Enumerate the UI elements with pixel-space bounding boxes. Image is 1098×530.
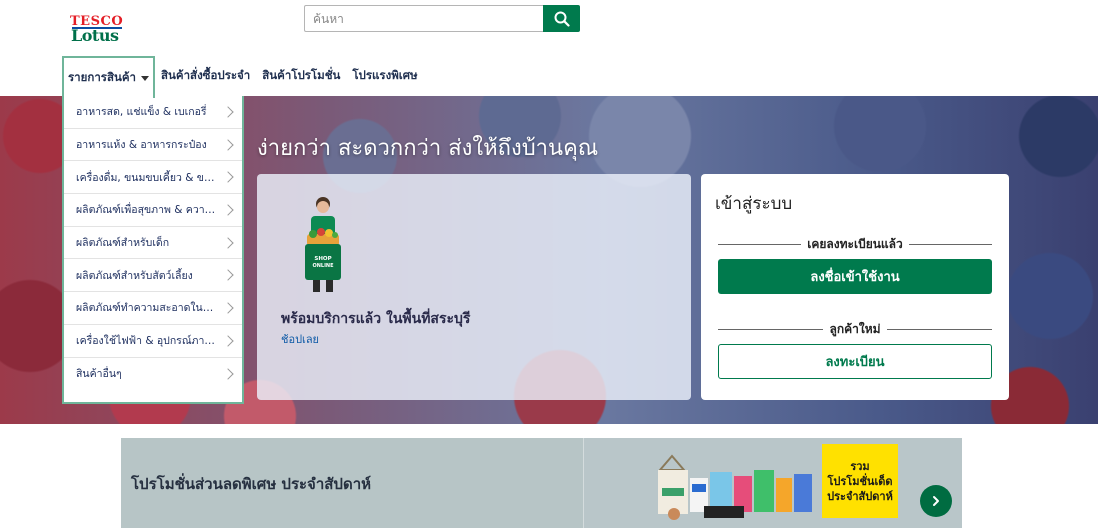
weekly-promo-banner[interactable]: โปรโมชั่นส่วนลดพิเศษ ประจำสัปดาห์ รวม โป… xyxy=(121,438,962,528)
nav-product-list-label: รายการสินค้า xyxy=(68,70,137,84)
category-item-appliances[interactable]: เครื่องใช้ไฟฟ้า & อุปกรณ์ภายในบ้าน xyxy=(64,325,242,358)
register-button[interactable]: ลงทะเบียน xyxy=(718,344,992,379)
category-label: ผลิตภัณฑ์เพื่อสุขภาพ & ความงาม xyxy=(76,204,216,217)
chevron-right-icon xyxy=(222,171,234,183)
bag-text-line2: ONLINE xyxy=(312,263,334,269)
chevron-right-icon xyxy=(222,269,234,281)
tag-line-2: โปรโมชั่นเด็ด xyxy=(827,474,893,488)
category-item-pets[interactable]: ผลิตภัณฑ์สำหรับสัตว์เลี้ยง xyxy=(64,259,242,293)
chevron-right-icon xyxy=(222,236,234,249)
search-field[interactable] xyxy=(304,5,544,32)
search-input[interactable] xyxy=(305,6,544,31)
main-nav: รายการสินค้า สินค้าสั่งซื้อประจำ สินค้าโ… xyxy=(62,56,424,98)
search-icon xyxy=(554,11,570,27)
category-item-baby[interactable]: ผลิตภัณฑ์สำหรับเด็ก xyxy=(64,227,242,260)
chevron-right-icon xyxy=(222,204,234,216)
header: TESCO Lotus รายการสินค้า สินค้าสั่งซื้อป… xyxy=(0,0,1098,98)
new-customer-label: ลูกค้าใหม่ xyxy=(829,321,881,336)
service-area-panel: SHOP ONLINE พร้อมบริการแล้ว ในพื้นที่สระ… xyxy=(257,174,691,400)
promo-heading: พร้อมบริการแล้ว ในพื้นที่สระบุรี xyxy=(281,311,471,327)
weekly-banner-left: โปรโมชั่นส่วนลดพิเศษ ประจำสัปดาห์ xyxy=(121,438,583,528)
registered-divider: เคยลงทะเบียนแล้ว xyxy=(718,236,993,252)
weekly-promo-tag: รวม โปรโมชั่นเด็ด ประจำสัปดาห์ xyxy=(822,444,898,518)
login-title: เข้าสู่ระบบ xyxy=(715,194,793,214)
shop-now-link[interactable]: ช้อปเลย xyxy=(281,330,319,348)
category-label: ผลิตภัณฑ์สำหรับสัตว์เลี้ยง xyxy=(76,269,193,282)
login-button[interactable]: ลงชื่อเข้าใช้งาน xyxy=(718,259,992,294)
chevron-right-icon xyxy=(222,106,234,118)
weekly-banner-right: รวม โปรโมชั่นเด็ด ประจำสัปดาห์ xyxy=(583,438,962,528)
nav-promotions[interactable]: สินค้าโปรโมชั่น xyxy=(256,56,346,96)
divider-line xyxy=(908,243,993,245)
nav-special-deals[interactable]: โปรแรงพิเศษ xyxy=(346,56,423,96)
category-label: เครื่องใช้ไฟฟ้า & อุปกรณ์ภายในบ้าน xyxy=(76,335,216,348)
bag-text-line1: SHOP xyxy=(314,256,331,262)
category-item-fresh[interactable]: อาหารสด, แช่แข็ง & เบเกอรี่ xyxy=(64,96,242,129)
category-item-others[interactable]: สินค้าอื่นๆ xyxy=(64,358,242,391)
nav-product-list[interactable]: รายการสินค้า xyxy=(62,56,156,98)
login-panel: เข้าสู่ระบบ เคยลงทะเบียนแล้ว ลงชื่อเข้าใ… xyxy=(701,174,1009,400)
banner-next-button[interactable] xyxy=(920,485,952,517)
nav-regular-orders[interactable]: สินค้าสั่งซื้อประจำ xyxy=(155,56,256,96)
divider-line xyxy=(718,328,824,330)
caret-down-icon xyxy=(141,75,150,81)
category-label: อาหารสด, แช่แข็ง & เบเกอรี่ xyxy=(76,106,207,119)
chevron-right-icon xyxy=(222,138,234,151)
category-label: เครื่องดื่ม, ขนมขบเคี้ยว & ขนม xyxy=(76,171,216,184)
chevron-right-icon xyxy=(933,496,939,506)
chevron-right-icon xyxy=(222,334,234,347)
logo-lotus-text: Lotus xyxy=(71,26,119,45)
category-item-health-beauty[interactable]: ผลิตภัณฑ์เพื่อสุขภาพ & ความงาม xyxy=(64,194,242,227)
search-button[interactable] xyxy=(543,5,580,32)
category-item-household-cleaning[interactable]: ผลิตภัณฑ์ทำความสะอาดในบ้าน xyxy=(64,292,242,325)
registered-label: เคยลงทะเบียนแล้ว xyxy=(807,236,903,251)
tag-line-1: รวม xyxy=(850,459,870,473)
category-item-dry-food[interactable]: อาหารแห้ง & อาหารกระป๋อง xyxy=(64,129,242,162)
category-item-drinks-snacks[interactable]: เครื่องดื่ม, ขนมขบเคี้ยว & ขนม xyxy=(64,161,242,195)
category-label: ผลิตภัณฑ์สำหรับเด็ก xyxy=(76,237,170,250)
category-dropdown: อาหารสด, แช่แข็ง & เบเกอรี่ อาหารแห้ง & … xyxy=(62,96,244,404)
category-label: สินค้าอื่นๆ xyxy=(76,368,122,381)
divider-line xyxy=(718,243,802,245)
tag-line-3: ประจำสัปดาห์ xyxy=(827,489,893,503)
chevron-right-icon xyxy=(222,368,234,380)
new-customer-divider: ลูกค้าใหม่ xyxy=(718,321,993,337)
delivery-person-image: SHOP ONLINE xyxy=(305,197,341,292)
weekly-banner-title: โปรโมชั่นส่วนลดพิเศษ ประจำสัปดาห์ xyxy=(131,475,371,493)
tesco-lotus-logo[interactable]: TESCO Lotus xyxy=(70,14,126,46)
category-label: ผลิตภัณฑ์ทำความสะอาดในบ้าน xyxy=(76,302,216,315)
divider-line xyxy=(886,328,993,330)
promo-products-image xyxy=(657,454,812,520)
category-label: อาหารแห้ง & อาหารกระป๋อง xyxy=(76,139,207,152)
hero-title: ง่ายกว่า สะดวกกว่า ส่งให้ถึงบ้านคุณ xyxy=(257,136,599,161)
chevron-right-icon xyxy=(222,302,234,314)
